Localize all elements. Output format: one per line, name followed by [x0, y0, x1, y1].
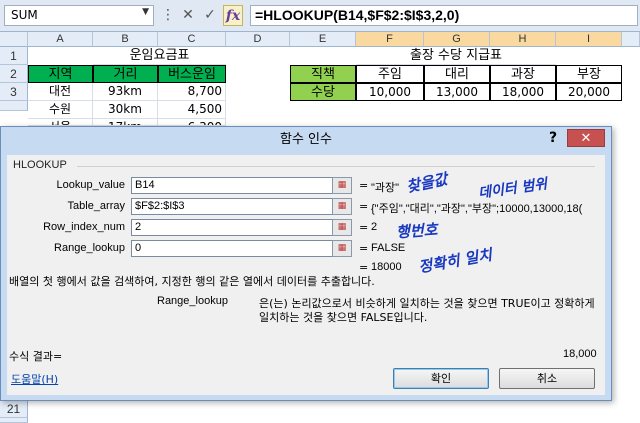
- annotation-row: 행번호: [395, 220, 439, 242]
- formula-input[interactable]: =HLOOKUP(B14,$F$2:$I$3,2,0): [250, 5, 638, 26]
- row-header-4[interactable]: [0, 101, 28, 111]
- group-divider: [77, 166, 595, 167]
- col-header-g[interactable]: G: [424, 32, 490, 47]
- function-arguments-dialog: 함수 인수 ? ✕ HLOOKUP Lookup_value B14 ▦ = "…: [0, 126, 612, 401]
- col-header-a[interactable]: A: [28, 32, 93, 47]
- help-link[interactable]: 도움말(H): [11, 371, 58, 387]
- row-header-22[interactable]: [0, 418, 28, 423]
- t1-r1-distance[interactable]: 93km: [93, 83, 158, 101]
- table1-title[interactable]: 운임요금표: [93, 47, 226, 65]
- insert-function-icon[interactable]: fx: [223, 5, 243, 26]
- t2-header-gwajang[interactable]: 과장: [490, 65, 556, 83]
- t1-header-region[interactable]: 지역: [28, 65, 93, 83]
- t1-r2-region[interactable]: 수원: [28, 101, 93, 119]
- more-icon: ⋮: [161, 7, 175, 23]
- t2-header-bujang[interactable]: 부장: [556, 65, 622, 83]
- col-header-h[interactable]: H: [490, 32, 556, 47]
- row-header-1[interactable]: 1: [0, 47, 28, 65]
- arg-label-row-index-num: Row_index_num: [43, 221, 125, 233]
- t2-bujang-value[interactable]: 20,000: [556, 83, 622, 101]
- eq-sign: =: [359, 200, 369, 213]
- collapse-range-icon[interactable]: ▦: [332, 198, 352, 215]
- col-header-b[interactable]: B: [93, 32, 158, 47]
- help-icon[interactable]: ?: [549, 130, 563, 146]
- enter-icon[interactable]: ✓: [200, 5, 220, 26]
- row-index-num-input[interactable]: 2: [131, 219, 345, 236]
- row-header-2[interactable]: 2: [0, 65, 28, 83]
- cancel-button[interactable]: 취소: [499, 368, 595, 389]
- arg-desc-line2: 일치하는 것을 찾으면 FALSE입니다.: [259, 311, 428, 324]
- row-header-3[interactable]: 3: [0, 83, 28, 101]
- t1-r3-region[interactable]: 서울: [28, 119, 93, 126]
- lookup-value-input[interactable]: B14: [131, 177, 345, 194]
- eq-sign: =: [359, 242, 369, 255]
- t2-daeri-value[interactable]: 13,000: [424, 83, 490, 101]
- t2-gwajang-value[interactable]: 18,000: [490, 83, 556, 101]
- t2-header-position[interactable]: 직책: [290, 65, 356, 83]
- arg-label-lookup-value: Lookup_value: [56, 179, 125, 191]
- col-header-more: [622, 32, 640, 47]
- cancel-icon[interactable]: ✕: [178, 5, 198, 26]
- col-header-c[interactable]: C: [158, 32, 226, 47]
- arg-desc-name: Range_lookup: [157, 295, 228, 307]
- row-header-21[interactable]: 21: [0, 400, 28, 418]
- t2-row-label[interactable]: 수당: [290, 83, 356, 101]
- ok-button[interactable]: 확인: [393, 368, 489, 389]
- eq-sign: =: [359, 221, 369, 234]
- t2-header-jooim[interactable]: 주임: [356, 65, 424, 83]
- t1-r3-distance[interactable]: 17km: [93, 119, 158, 126]
- collapse-range-icon[interactable]: ▦: [332, 219, 352, 236]
- t1-header-distance[interactable]: 거리: [93, 65, 158, 83]
- t1-r1-fare[interactable]: 8,700: [158, 83, 226, 101]
- eq-sign: =: [359, 179, 369, 192]
- formula-result-value: 18,000: [563, 348, 597, 360]
- formula-result-label: 수식 결과=: [9, 350, 63, 363]
- function-description: 배열의 첫 행에서 값을 검색하여, 지정한 행의 같은 열에서 데이터를 추출…: [9, 275, 375, 288]
- arg-label-range-lookup: Range_lookup: [54, 242, 125, 254]
- close-button[interactable]: ✕: [567, 129, 605, 147]
- t1-r3-fare[interactable]: 6,300: [158, 119, 226, 126]
- col-header-f[interactable]: F: [356, 32, 424, 47]
- collapse-range-icon[interactable]: ▦: [332, 240, 352, 257]
- t1-r2-fare[interactable]: 4,500: [158, 101, 226, 119]
- chevron-down-icon[interactable]: ▼: [142, 7, 149, 17]
- table-array-result: {"주임","대리","과장","부장";10000,13000,18(: [371, 203, 583, 215]
- table-array-input[interactable]: $F$2:$I$3: [131, 198, 345, 215]
- select-all-corner[interactable]: [0, 32, 28, 47]
- t1-r1-region[interactable]: 대전: [28, 83, 93, 101]
- t1-header-fare[interactable]: 버스운임: [158, 65, 226, 83]
- table2-title[interactable]: 출장 수당 지급표: [356, 47, 556, 65]
- collapse-range-icon[interactable]: ▦: [332, 177, 352, 194]
- col-header-e[interactable]: E: [290, 32, 356, 47]
- col-header-i[interactable]: I: [556, 32, 622, 47]
- function-name: HLOOKUP: [13, 159, 67, 171]
- col-header-d[interactable]: D: [226, 32, 290, 47]
- dialog-title: 함수 인수: [280, 132, 332, 147]
- name-box-value: SUM: [11, 8, 38, 22]
- range-lookup-input[interactable]: 0: [131, 240, 345, 257]
- name-box[interactable]: SUM ▼: [4, 5, 154, 26]
- t1-r2-distance[interactable]: 30km: [93, 101, 158, 119]
- t2-header-daeri[interactable]: 대리: [424, 65, 490, 83]
- formula-bar: SUM ▼ ⋮ ✕ ✓ fx =HLOOKUP(B14,$F$2:$I$3,2,…: [0, 0, 640, 32]
- t2-jooim-value[interactable]: 10,000: [356, 83, 424, 101]
- arg-label-table-array: Table_array: [67, 200, 125, 212]
